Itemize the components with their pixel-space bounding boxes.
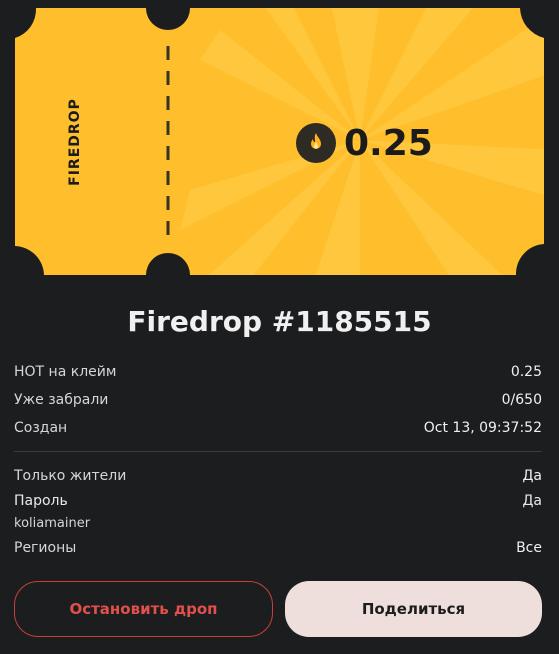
stop-drop-button[interactable]: Остановить дроп	[14, 581, 273, 637]
detail-label: Регионы	[14, 540, 77, 556]
ticket-amount: 0.25	[296, 121, 433, 165]
detail-claimed: Уже забрали 0/650	[14, 386, 542, 414]
detail-hot-per-claim: HOT на клейм 0.25	[14, 358, 542, 386]
detail-value: Да	[522, 493, 542, 509]
details-list: HOT на клейм 0.25 Уже забрали 0/650 Созд…	[14, 358, 542, 562]
detail-label: HOT на клейм	[14, 364, 117, 380]
detail-label: Только жители	[14, 468, 127, 484]
detail-label: Уже забрали	[14, 392, 109, 408]
divider	[14, 451, 542, 452]
detail-value: Все	[516, 540, 542, 556]
detail-value: Да	[522, 468, 542, 484]
detail-regions: Регионы Все	[14, 534, 542, 562]
ticket-stub-label: FIREDROP	[67, 98, 83, 186]
detail-created: Создан Oct 13, 09:37:52	[14, 414, 542, 442]
page-title: Firedrop #1185515	[127, 305, 432, 338]
detail-value: 0/650	[501, 392, 542, 408]
detail-label: Создан	[14, 420, 68, 436]
ticket-amount-value: 0.25	[344, 122, 433, 164]
detail-password: Пароль Да	[14, 490, 542, 512]
flame-icon	[296, 123, 336, 163]
detail-value: 0.25	[510, 364, 542, 380]
detail-residents-only: Только жители Да	[14, 462, 542, 490]
detail-value: Oct 13, 09:37:52	[423, 420, 542, 436]
share-button[interactable]: Поделиться	[285, 581, 542, 637]
ticket-shape	[15, 8, 544, 275]
password-text: koliamainer	[14, 515, 91, 531]
detail-label: Пароль	[14, 493, 68, 509]
firedrop-ticket: FIREDROP 0.25	[0, 0, 559, 292]
